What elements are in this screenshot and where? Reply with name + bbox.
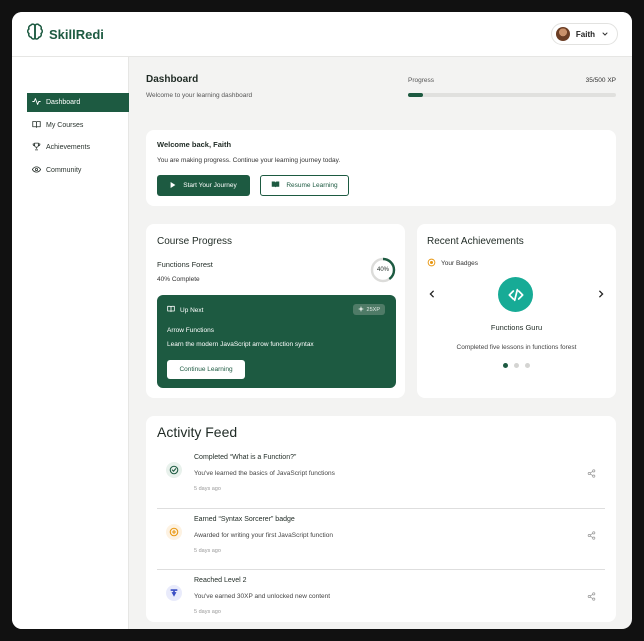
top-bar: SkillRedi Faith <box>12 12 632 57</box>
sidebar: Dashboard My Courses Achievements Commun… <box>12 57 129 629</box>
xp-progress-bar <box>408 93 616 97</box>
carousel-next-icon[interactable] <box>598 290 604 300</box>
sidebar-item-label: Community <box>46 167 82 174</box>
check-circle-icon <box>166 462 182 478</box>
sidebar-item-community[interactable]: Community <box>27 161 129 180</box>
course-complete-text: 40% Complete <box>157 276 200 283</box>
sidebar-item-label: Dashboard <box>46 99 81 106</box>
book-icon <box>271 180 280 191</box>
welcome-card: Welcome back, Faith You are making progr… <box>146 130 616 206</box>
start-journey-button[interactable]: Start Your Journey <box>157 175 250 196</box>
app-window: SkillRedi Faith Dashboard My Courses Ach… <box>12 12 632 629</box>
xp-value: 25XP <box>366 306 380 313</box>
carousel-dot[interactable] <box>503 363 508 368</box>
user-menu[interactable]: Faith <box>550 23 618 45</box>
user-name: Faith <box>575 29 595 39</box>
brand-name: SkillRedi <box>49 27 104 42</box>
up-next-label: Up Next <box>180 306 204 314</box>
activity-item: Reached Level 2 You've earned 30XP and u… <box>157 569 605 629</box>
sidebar-item-label: Achievements <box>46 144 90 151</box>
up-next-header: Up Next <box>167 305 203 315</box>
brain-logo-icon <box>26 23 44 46</box>
activity-item: Completed “What is a Function?” You've l… <box>157 447 605 509</box>
activity-time: 5 days ago <box>194 609 221 615</box>
activity-description: You've earned 30XP and unlocked new cont… <box>194 593 331 600</box>
activity-description: You've learned the basics of JavaScript … <box>194 470 335 477</box>
activity-feed-card: Activity Feed Completed “What is a Funct… <box>146 416 616 622</box>
activity-icon <box>32 97 41 108</box>
resume-learning-label: Resume Learning <box>286 182 338 189</box>
progress-ring-label: 40% <box>376 267 389 273</box>
recent-achievements-card: Recent Achievements Your Badges Function… <box>417 224 616 398</box>
sidebar-item-label: My Courses <box>46 122 84 129</box>
activity-description: Awarded for writing your first JavaScrip… <box>194 532 333 539</box>
medal-icon <box>427 258 436 269</box>
share-icon[interactable] <box>587 588 596 606</box>
badge-description: Completed five lessons in functions fore… <box>456 344 577 351</box>
badge-name: Functions Guru <box>490 323 543 332</box>
course-name: Functions Forest <box>157 260 213 269</box>
course-progress-title: Course Progress <box>157 236 233 247</box>
page-title: Dashboard <box>146 74 199 85</box>
eye-icon <box>31 165 42 176</box>
chevron-down-icon <box>601 25 609 43</box>
lesson-title: Arrow Functions <box>167 327 214 334</box>
activity-title: Reached Level 2 <box>194 577 247 584</box>
book-open-icon <box>167 305 175 315</box>
avatar <box>555 27 570 41</box>
achievements-title: Recent Achievements <box>427 236 524 247</box>
book-open-icon <box>32 120 41 131</box>
welcome-title: Welcome back, Faith <box>157 140 232 149</box>
xp-badge: 25XP <box>352 304 385 315</box>
activity-time: 5 days ago <box>194 486 221 492</box>
sparkle-icon <box>357 305 364 314</box>
carousel-dots <box>417 363 616 368</box>
level-up-icon <box>166 585 182 601</box>
main-content: Dashboard Welcome to your learning dashb… <box>129 57 632 629</box>
start-journey-label: Start Your Journey <box>183 182 237 189</box>
sidebar-item-dashboard[interactable]: Dashboard <box>27 93 129 112</box>
sidebar-item-my-courses[interactable]: My Courses <box>27 116 129 135</box>
carousel-prev-icon[interactable] <box>429 290 435 300</box>
activity-time: 5 days ago <box>194 548 221 554</box>
your-badges: Your Badges <box>427 258 478 269</box>
logo[interactable]: SkillRedi <box>26 23 104 46</box>
up-next-panel: Up Next 25XP Arrow Functions Learn the m… <box>157 295 396 388</box>
progress-label: Progress <box>408 77 435 84</box>
resume-learning-button[interactable]: Resume Learning <box>260 175 349 196</box>
trophy-icon <box>32 142 41 153</box>
page-subtitle: Welcome to your learning dashboard <box>146 92 253 99</box>
code-badge-icon <box>498 277 533 312</box>
course-progress-card: Course Progress Functions Forest 40% Com… <box>146 224 405 398</box>
welcome-text: You are making progress. Continue your l… <box>157 157 341 164</box>
activity-title: Earned “Syntax Sorcerer” badge <box>194 516 295 523</box>
sidebar-item-achievements[interactable]: Achievements <box>27 138 129 157</box>
continue-learning-button[interactable]: Continue Learning <box>167 360 245 379</box>
share-icon[interactable] <box>587 527 596 545</box>
activity-title: Completed “What is a Function?” <box>194 454 297 461</box>
your-badges-label: Your Badges <box>441 260 478 267</box>
activity-feed-title: Activity Feed <box>157 424 238 440</box>
play-icon <box>170 181 176 190</box>
share-icon[interactable] <box>587 465 596 483</box>
lesson-description: Learn the modern JavaScript arrow functi… <box>167 341 314 348</box>
carousel-dot[interactable] <box>525 363 530 368</box>
xp-progress-fill <box>408 93 423 97</box>
award-icon <box>166 524 182 540</box>
carousel-dot[interactable] <box>514 363 519 368</box>
activity-item: Earned “Syntax Sorcerer” badge Awarded f… <box>157 508 605 570</box>
progress-value: 35/500 XP <box>585 77 616 84</box>
